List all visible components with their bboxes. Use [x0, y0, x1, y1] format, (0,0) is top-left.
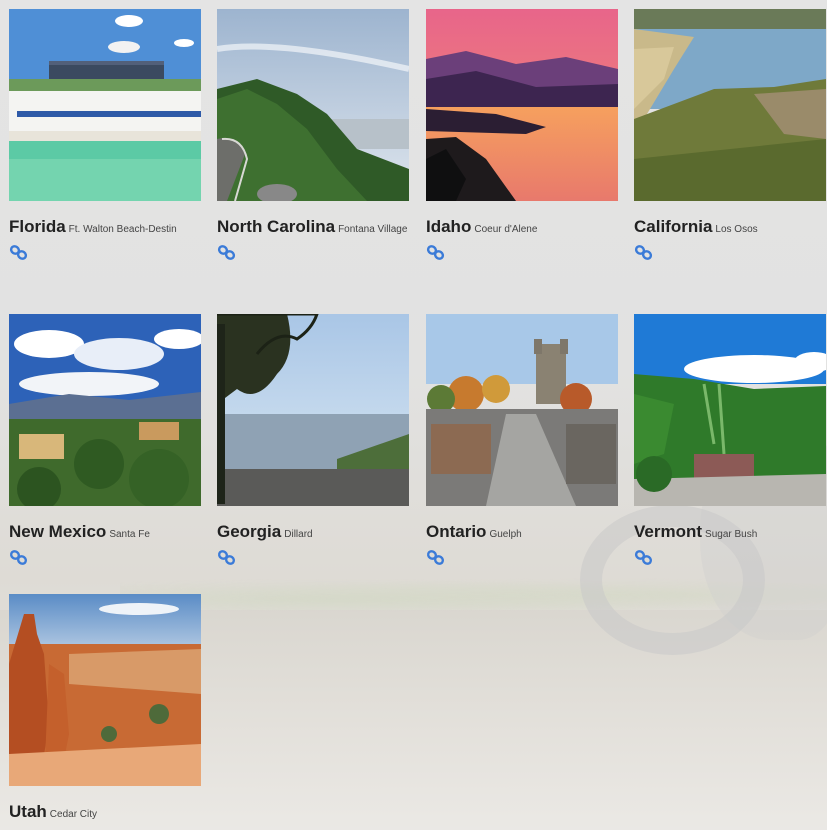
destination-caption: New Mexico Santa Fe — [9, 521, 201, 546]
destination-card-ontario: Ontario Guelph — [426, 314, 618, 567]
destination-card-california: California Los Osos — [634, 9, 826, 262]
destination-caption: California Los Osos — [634, 216, 826, 241]
destination-card-georgia: Georgia Dillard — [217, 314, 409, 567]
destination-card-florida: Florida Ft. Walton Beach-Destin — [9, 9, 201, 262]
state-name: New Mexico — [9, 522, 107, 541]
city-name: Cedar City — [49, 809, 98, 820]
vermont-photo[interactable] — [634, 314, 826, 506]
link-icon[interactable] — [634, 549, 654, 567]
city-name: Santa Fe — [109, 529, 150, 540]
background-trees — [120, 575, 827, 615]
state-name: Vermont — [634, 522, 703, 541]
destination-card-vermont: Vermont Sugar Bush — [634, 314, 826, 567]
link-icon[interactable] — [217, 244, 237, 262]
city-name: Ft. Walton Beach-Destin — [68, 224, 177, 235]
city-name: Los Osos — [715, 224, 758, 235]
georgia-photo[interactable] — [217, 314, 409, 506]
new-mexico-photo[interactable] — [9, 314, 201, 506]
city-name: Dillard — [284, 529, 313, 540]
destination-caption: Georgia Dillard — [217, 521, 409, 546]
destination-caption: Idaho Coeur d'Alene — [426, 216, 618, 241]
destination-card-utah: Utah Cedar City — [9, 594, 201, 826]
ontario-photo[interactable] — [426, 314, 618, 506]
state-name: Florida — [9, 217, 66, 236]
city-name: Fontana Village — [338, 224, 408, 235]
destination-caption: Florida Ft. Walton Beach-Destin — [9, 216, 201, 241]
florida-photo[interactable] — [9, 9, 201, 201]
state-name: Idaho — [426, 217, 472, 236]
link-icon[interactable] — [9, 244, 29, 262]
state-name: California — [634, 217, 713, 236]
north-carolina-photo[interactable] — [217, 9, 409, 201]
link-icon[interactable] — [634, 244, 654, 262]
state-name: North Carolina — [217, 217, 336, 236]
destination-caption: North Carolina Fontana Village — [217, 216, 409, 241]
destination-caption: Ontario Guelph — [426, 521, 618, 546]
link-icon[interactable] — [426, 244, 446, 262]
destination-card-north-carolina: North Carolina Fontana Village — [217, 9, 409, 262]
destination-card-new-mexico: New Mexico Santa Fe — [9, 314, 201, 567]
state-name: Georgia — [217, 522, 282, 541]
utah-photo[interactable] — [9, 594, 201, 786]
link-icon[interactable] — [217, 549, 237, 567]
city-name: Coeur d'Alene — [474, 224, 538, 235]
idaho-photo[interactable] — [426, 9, 618, 201]
destination-caption: Utah Cedar City — [9, 801, 201, 826]
state-name: Utah — [9, 802, 47, 821]
link-icon[interactable] — [9, 549, 29, 567]
city-name: Sugar Bush — [705, 529, 758, 540]
destination-card-idaho: Idaho Coeur d'Alene — [426, 9, 618, 262]
california-photo[interactable] — [634, 9, 826, 201]
destination-caption: Vermont Sugar Bush — [634, 521, 826, 546]
city-name: Guelph — [489, 529, 522, 540]
state-name: Ontario — [426, 522, 487, 541]
link-icon[interactable] — [426, 549, 446, 567]
